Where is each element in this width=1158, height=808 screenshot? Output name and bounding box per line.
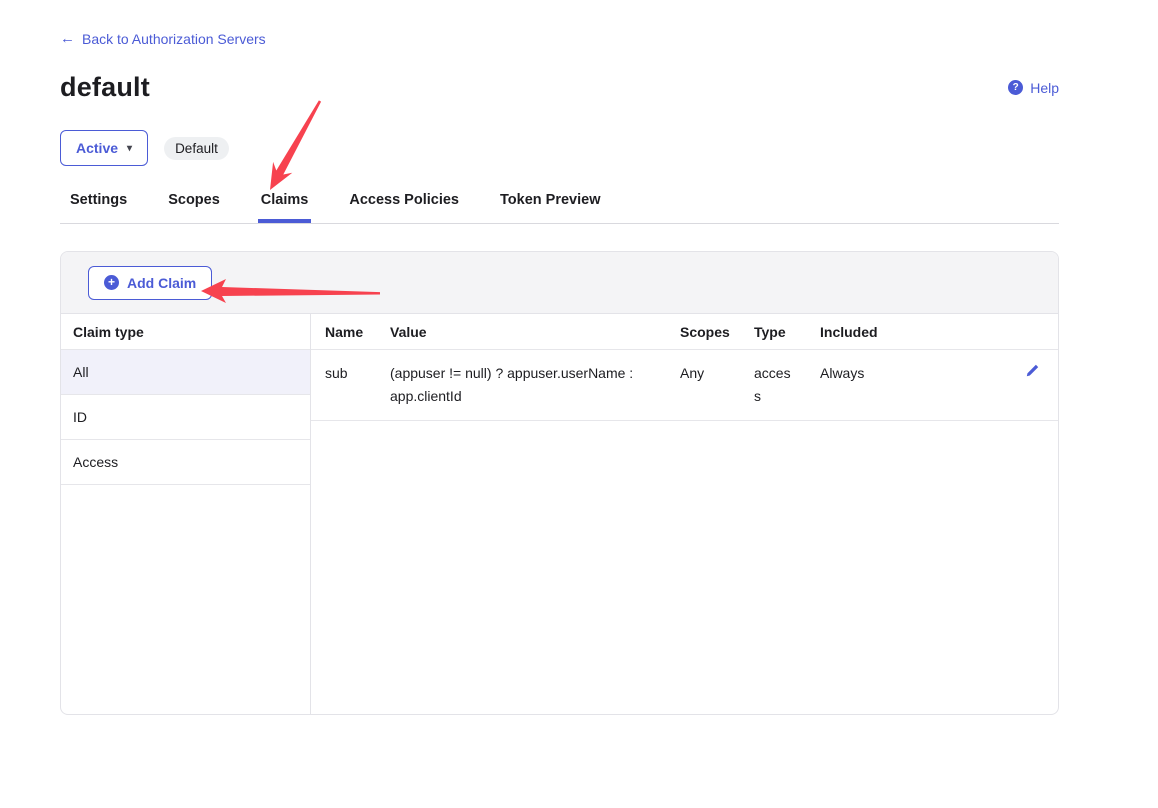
tab-bar: Settings Scopes Claims Access Policies T… (60, 192, 1059, 224)
tab-token-preview[interactable]: Token Preview (497, 192, 603, 223)
claim-scopes-cell: Any (666, 350, 740, 421)
table-row: sub (appuser != null) ? appuser.userName… (311, 350, 1058, 421)
column-header-value: Value (376, 314, 666, 350)
status-label: Active (76, 140, 118, 156)
back-link[interactable]: ← Back to Authorization Servers (60, 30, 266, 47)
status-dropdown-button[interactable]: Active ▾ (60, 130, 148, 166)
add-claim-button[interactable]: + Add Claim (88, 266, 212, 300)
column-header-type: Type (740, 314, 806, 350)
claim-type-list: Claim type All ID Access (61, 314, 311, 714)
claim-value-cell: (appuser != null) ? appuser.userName : a… (376, 350, 666, 421)
status-row: Active ▾ Default (60, 130, 1059, 166)
panel-body: Claim type All ID Access (61, 314, 1058, 714)
edit-pencil-icon[interactable] (1024, 363, 1040, 386)
claim-type-all[interactable]: All (61, 350, 310, 395)
tab-scopes[interactable]: Scopes (165, 192, 223, 223)
add-claim-label: Add Claim (127, 275, 196, 291)
tab-claims[interactable]: Claims (258, 192, 312, 223)
column-header-actions (1006, 314, 1058, 350)
claim-type-cell: access (740, 350, 806, 421)
claims-table: Name Value Scopes Type Included sub (app… (311, 314, 1058, 714)
back-link-label: Back to Authorization Servers (82, 31, 266, 47)
claims-panel: + Add Claim Claim type All ID Access (60, 251, 1059, 715)
default-badge: Default (164, 137, 229, 160)
column-header-scopes: Scopes (666, 314, 740, 350)
help-icon: ? (1008, 80, 1023, 95)
claim-included-cell: Always (806, 350, 1006, 421)
table-header-row: Name Value Scopes Type Included (311, 314, 1058, 350)
claim-type-id[interactable]: ID (61, 395, 310, 440)
help-link-label: Help (1030, 80, 1059, 96)
caret-down-icon: ▾ (127, 143, 132, 154)
help-link[interactable]: ? Help (1008, 80, 1059, 96)
tab-settings[interactable]: Settings (67, 192, 130, 223)
claim-name-cell: sub (311, 350, 376, 421)
plus-icon: + (104, 275, 119, 290)
title-row: default ? Help (60, 72, 1059, 103)
claim-type-header: Claim type (61, 314, 310, 350)
tab-access-policies[interactable]: Access Policies (346, 192, 462, 223)
column-header-included: Included (806, 314, 1006, 350)
claim-type-access[interactable]: Access (61, 440, 310, 485)
column-header-name: Name (311, 314, 376, 350)
panel-toolbar: + Add Claim (61, 252, 1058, 314)
claim-actions-cell (1006, 350, 1058, 421)
page-title: default (60, 72, 150, 103)
back-arrow-icon: ← (60, 30, 75, 47)
page-content: ← Back to Authorization Servers default … (0, 0, 1158, 715)
